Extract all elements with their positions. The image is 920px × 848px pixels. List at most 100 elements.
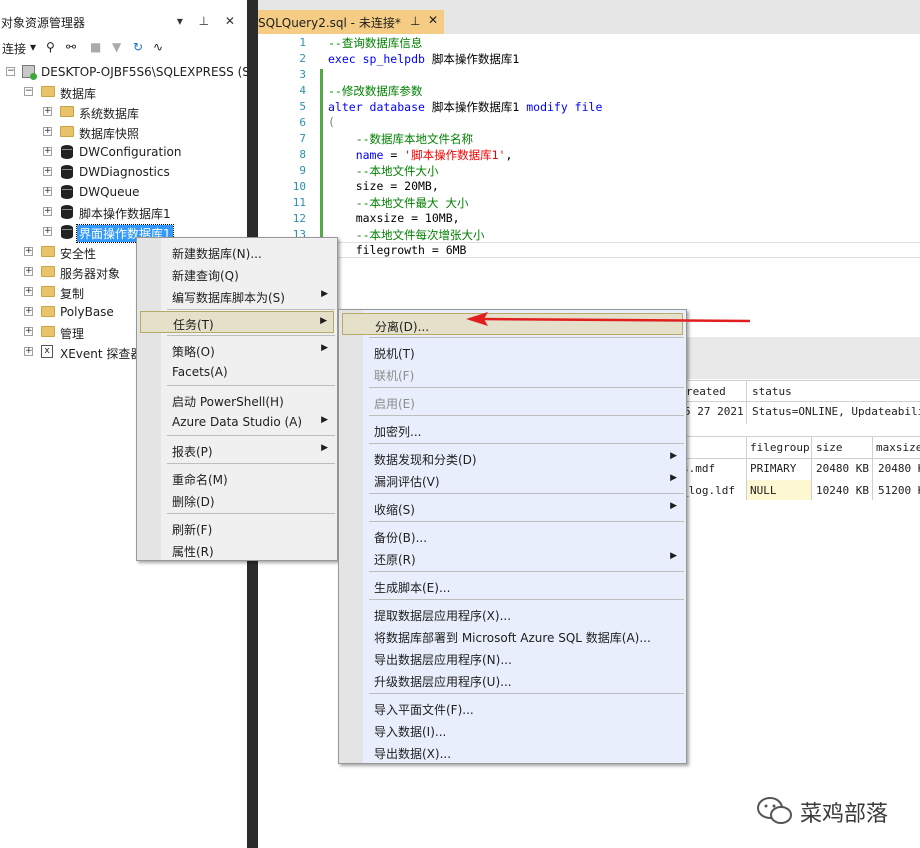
menu-rename[interactable]: 重命名(M) <box>140 467 334 489</box>
database-icon <box>61 145 73 159</box>
menu-reports[interactable]: 报表(P) ▶ <box>140 439 334 461</box>
grid-cell[interactable]: 5 27 2021 <box>684 405 744 418</box>
connect-dropdown-icon[interactable]: ▾ <box>30 40 36 54</box>
grid-line <box>682 436 920 437</box>
menu-separator <box>167 335 335 336</box>
folder-icon <box>41 246 55 257</box>
line-number: 10 <box>292 180 306 193</box>
expand-icon[interactable]: + <box>43 167 52 176</box>
menu-import-data[interactable]: 导入数据(I)... <box>342 719 683 741</box>
menu-extract-data-tier[interactable]: 提取数据层应用程序(X)... <box>342 603 683 625</box>
code-area[interactable]: 1 2 3 4 5 6 7 8 9 10 11 12 13 --查询数据库信息 … <box>258 34 920 334</box>
connect-button[interactable]: 连接 <box>2 40 26 57</box>
menu-facets[interactable]: Facets(A) <box>140 361 334 383</box>
management-label: 管理 <box>60 327 85 341</box>
connect-plug-icon[interactable]: ⚲ <box>46 40 55 54</box>
line-number: 8 <box>299 148 306 161</box>
grid-cell[interactable]: PRIMARY <box>750 462 796 475</box>
menu-import-flat-file[interactable]: 导入平面文件(F)... <box>342 697 683 719</box>
menu-detach[interactable]: 分离(D)... <box>342 313 683 335</box>
collapse-icon[interactable]: − <box>6 67 15 76</box>
panel-window-buttons[interactable]: ▾ ⊥ ✕ <box>177 14 241 28</box>
submenu-arrow-icon: ▶ <box>321 289 328 299</box>
grid-header: size <box>816 441 843 454</box>
disconnect-icon[interactable]: ⚯ <box>66 40 76 54</box>
menu-enable[interactable]: 启用(E) <box>342 391 683 413</box>
submenu-arrow-icon: ▶ <box>321 443 328 453</box>
menu-encrypt-columns[interactable]: 加密列... <box>342 419 683 441</box>
close-icon[interactable]: ✕ <box>428 13 438 27</box>
code-keyword: modify file <box>526 100 603 114</box>
menu-new-database[interactable]: 新建数据库(N)... <box>140 241 334 263</box>
menu-deploy-azure[interactable]: 将数据库部署到 Microsoft Azure SQL 数据库(A)... <box>342 625 683 647</box>
menu-export-data[interactable]: 导出数据(X)... <box>342 741 683 763</box>
activity-monitor-icon[interactable]: ∿ <box>153 40 163 54</box>
expand-icon[interactable]: + <box>24 307 33 316</box>
menu-delete[interactable]: 删除(D) <box>140 489 334 511</box>
expand-icon[interactable]: + <box>43 227 52 236</box>
expand-icon[interactable]: + <box>43 127 52 136</box>
menu-bring-online[interactable]: 联机(F) <box>342 363 683 385</box>
expand-icon[interactable]: + <box>24 327 33 336</box>
server-label: DESKTOP-OJBF5S6\SQLEXPRESS (S <box>41 65 250 79</box>
expand-icon[interactable]: + <box>43 147 52 156</box>
menu-separator <box>167 385 335 386</box>
tree-node-databases[interactable]: − 数据库 <box>0 83 247 103</box>
menu-generate-scripts[interactable]: 生成脚本(E)... <box>342 575 683 597</box>
grid-cell[interactable]: 20480 KB <box>816 462 869 475</box>
grid-cell[interactable]: Status=ONLINE, Updateability <box>752 405 920 418</box>
menu-policies[interactable]: 策略(O) ▶ <box>140 339 334 361</box>
menu-shrink[interactable]: 收缩(S) ▶ <box>342 497 683 519</box>
code-line: filegrowth = 6MB <box>328 243 467 257</box>
expand-icon[interactable]: + <box>24 267 33 276</box>
menu-upgrade-data-tier[interactable]: 升级数据层应用程序(U)... <box>342 669 683 691</box>
menu-script-database[interactable]: 编写数据库脚本为(S) ▶ <box>140 285 334 307</box>
wechat-logo-icon <box>757 797 792 824</box>
menu-backup[interactable]: 备份(B)... <box>342 525 683 547</box>
grid-cell[interactable]: NULL <box>750 484 777 497</box>
menu-label: 导出数据(X)... <box>374 747 452 761</box>
menu-label: 提取数据层应用程序(X)... <box>374 609 512 623</box>
code-line: maxsize = 10MB, <box>328 211 460 225</box>
grid-cell[interactable]: _log.ldf <box>682 484 735 497</box>
filter-icon[interactable]: ▼ <box>112 40 121 54</box>
line-number: 4 <box>299 84 306 97</box>
tree-node-db[interactable]: + DWDiagnostics <box>0 163 247 183</box>
grid-cell[interactable]: 10240 KB <box>816 484 869 497</box>
tree-node-db[interactable]: + DWConfiguration <box>0 143 247 163</box>
tree-node-db-snapshots[interactable]: + 数据库快照 <box>0 123 247 143</box>
expand-icon[interactable]: + <box>24 247 33 256</box>
menu-properties[interactable]: 属性(R) <box>140 539 334 561</box>
tree-node-db[interactable]: + DWQueue <box>0 183 247 203</box>
menu-export-data-tier[interactable]: 导出数据层应用程序(N)... <box>342 647 683 669</box>
expand-icon[interactable]: + <box>24 287 33 296</box>
grid-cell[interactable]: 51200 K <box>878 484 920 497</box>
menu-tasks[interactable]: 任务(T) ▶ <box>140 311 334 333</box>
code-line: --修改数据库参数 <box>328 84 423 98</box>
expand-icon[interactable]: + <box>43 207 52 216</box>
pin-icon[interactable]: ⊥ <box>410 14 420 28</box>
menu-label: 启动 PowerShell(H) <box>172 395 284 409</box>
menu-azure-data-studio[interactable]: Azure Data Studio (A) ▶ <box>140 411 334 433</box>
collapse-icon[interactable]: − <box>24 87 33 96</box>
tree-node-db[interactable]: + 脚本操作数据库1 <box>0 203 247 223</box>
tree-node-system-databases[interactable]: + 系统数据库 <box>0 103 247 123</box>
object-explorer-titlebar: 对象资源管理器 ▾ ⊥ ✕ <box>0 10 247 34</box>
menu-vulnerability-assessment[interactable]: 漏洞评估(V) ▶ <box>342 469 683 491</box>
expand-icon[interactable]: + <box>43 107 52 116</box>
menu-restore[interactable]: 还原(R) ▶ <box>342 547 683 569</box>
grid-cell[interactable]: 20480 K <box>878 462 920 475</box>
menu-start-powershell[interactable]: 启动 PowerShell(H) <box>140 389 334 411</box>
stop-icon[interactable]: ■ <box>90 40 101 54</box>
menu-data-discovery[interactable]: 数据发现和分类(D) ▶ <box>342 447 683 469</box>
xevent-label: XEvent 探查器 <box>60 347 143 361</box>
menu-refresh[interactable]: 刷新(F) <box>140 517 334 539</box>
menu-new-query[interactable]: 新建查询(Q) <box>140 263 334 285</box>
expand-icon[interactable]: + <box>43 187 52 196</box>
grid-header: maxsize <box>876 441 920 454</box>
expand-icon[interactable]: + <box>24 347 33 356</box>
menu-take-offline[interactable]: 脱机(T) <box>342 341 683 363</box>
refresh-icon[interactable]: ↻ <box>133 40 143 54</box>
tab-sqlquery2[interactable]: SQLQuery2.sql - 未连接* ⊥ ✕ <box>258 10 444 34</box>
tree-node-server[interactable]: − DESKTOP-OJBF5S6\SQLEXPRESS (S <box>0 63 250 83</box>
